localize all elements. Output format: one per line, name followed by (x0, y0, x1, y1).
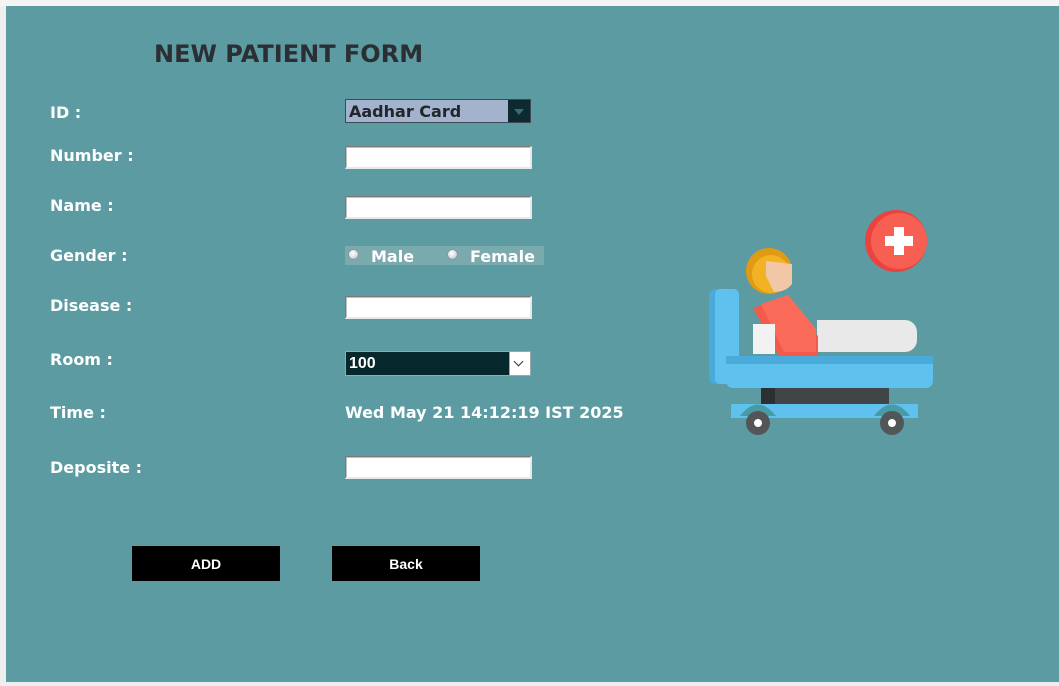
chevron-down-icon[interactable] (509, 352, 530, 375)
gender-radio-group: Male Female (345, 246, 544, 266)
deposite-label: Deposite : (50, 458, 143, 477)
medical-cross-icon (865, 210, 927, 272)
name-input[interactable] (345, 196, 532, 219)
back-button[interactable]: Back (332, 546, 480, 581)
time-label: Time : (50, 403, 106, 422)
gender-male-radio[interactable]: Male (345, 247, 435, 266)
gender-female-label: Female (470, 247, 535, 266)
patient-form-panel: NEW PATIENT FORM ID : Aadhar Card Number… (6, 6, 1059, 682)
number-input[interactable] (345, 146, 532, 169)
radio-unchecked-icon[interactable] (348, 249, 359, 260)
room-label: Room : (50, 350, 113, 369)
deposite-input[interactable] (345, 456, 532, 479)
gender-female-radio[interactable]: Female (444, 247, 544, 266)
add-button[interactable]: ADD (132, 546, 280, 581)
id-label: ID : (50, 103, 82, 122)
time-value: Wed May 21 14:12:19 IST 2025 (345, 403, 624, 422)
room-selected: 100 (349, 355, 376, 372)
gender-male-label: Male (371, 247, 415, 266)
radio-unchecked-icon[interactable] (447, 249, 458, 260)
disease-label: Disease : (50, 296, 133, 315)
gender-label: Gender : (50, 246, 128, 265)
id-type-selected: Aadhar Card (349, 102, 462, 121)
disease-input[interactable] (345, 296, 532, 319)
number-label: Number : (50, 146, 134, 165)
patient-bed-icon (709, 210, 933, 435)
room-dropdown[interactable]: 100 (345, 351, 531, 376)
form-title: NEW PATIENT FORM (154, 40, 424, 68)
chevron-down-icon[interactable] (508, 100, 530, 122)
id-type-dropdown[interactable]: Aadhar Card (345, 99, 531, 123)
name-label: Name : (50, 196, 114, 215)
